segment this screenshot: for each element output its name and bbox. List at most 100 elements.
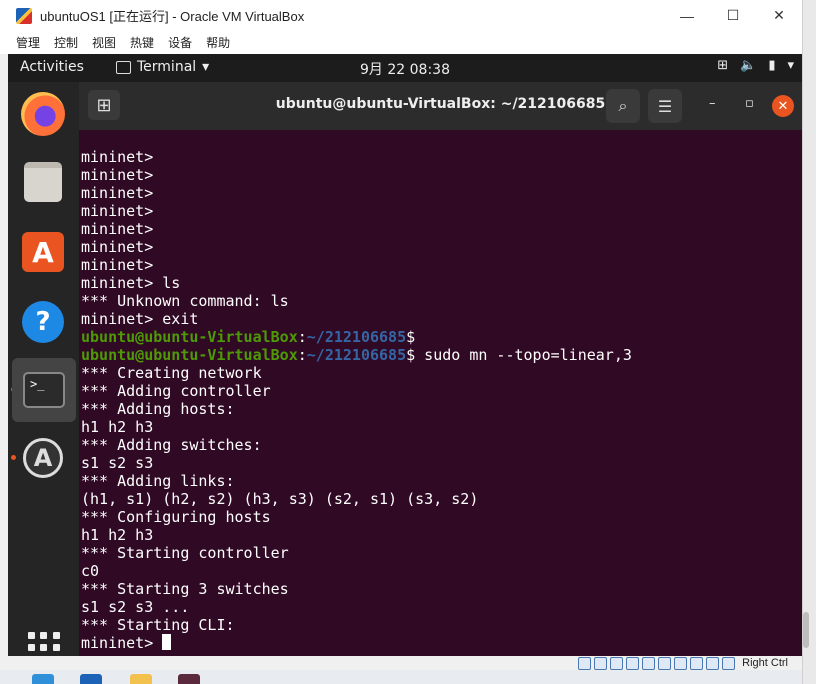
shell-command: sudo mn --topo=linear,3 bbox=[415, 346, 632, 364]
output-line: (h1, s1) (h2, s2) (h3, s3) (s2, s1) (s3,… bbox=[81, 490, 479, 508]
close-terminal-button[interactable]: ✕ bbox=[772, 95, 794, 117]
clock[interactable]: 9月 22 08:38 bbox=[8, 59, 802, 79]
output-line: *** Configuring hosts bbox=[81, 508, 271, 526]
recording-status-icon[interactable] bbox=[690, 656, 704, 670]
prompt-user: ubuntu@ubuntu-VirtualBox bbox=[81, 346, 298, 364]
maximize-terminal-button[interactable]: ▫ bbox=[745, 96, 754, 111]
output-line: h1 h2 h3 bbox=[81, 526, 154, 544]
host-key-label: Right Ctrl bbox=[742, 657, 788, 669]
windows-taskbar bbox=[0, 670, 802, 684]
help-icon: ? bbox=[22, 301, 64, 343]
shell-command-line: ubuntu@ubuntu-VirtualBox:~/212106685$ su… bbox=[81, 346, 632, 364]
taskbar-virtualbox-icon[interactable] bbox=[80, 674, 102, 684]
menu-control[interactable]: 控制 bbox=[47, 34, 85, 51]
vbox-status-bar: Right Ctrl bbox=[8, 656, 802, 670]
usb-status-icon[interactable] bbox=[642, 656, 656, 670]
output-line: *** Adding hosts: bbox=[81, 400, 235, 418]
menu-help[interactable]: 帮助 bbox=[199, 34, 237, 51]
keyboard-status-icon[interactable] bbox=[722, 656, 736, 670]
shared-folders-status-icon[interactable] bbox=[658, 656, 672, 670]
terminal-output[interactable]: mininet> mininet> mininet> mininet> mininet>… bbox=[79, 130, 802, 656]
caret-down-icon: ▾ bbox=[787, 58, 794, 73]
output-line: *** Starting 3 switches bbox=[81, 580, 289, 598]
output-line: *** Starting CLI: bbox=[81, 616, 235, 634]
files-icon bbox=[24, 162, 62, 202]
mininet-prompt-line: mininet> bbox=[81, 634, 632, 652]
search-icon: ⌕ bbox=[618, 96, 628, 115]
system-tray[interactable]: ⊞ 🔈 ▮ ▾ bbox=[717, 58, 794, 73]
menu-devices[interactable]: 设备 bbox=[161, 34, 199, 51]
terminal-line: mininet> exit bbox=[81, 310, 199, 328]
output-line: *** Starting controller bbox=[81, 544, 289, 562]
storage-status-icon[interactable] bbox=[578, 656, 592, 670]
close-icon: ✕ bbox=[777, 98, 789, 114]
dock-help[interactable]: ? bbox=[19, 298, 67, 346]
terminal-line: mininet> bbox=[81, 148, 154, 166]
output-line: s1 s2 s3 bbox=[81, 454, 154, 472]
maximize-button[interactable]: ☐ bbox=[710, 0, 756, 31]
hamburger-icon: ☰ bbox=[657, 96, 673, 116]
dock-software[interactable]: A bbox=[19, 228, 67, 276]
show-applications-icon[interactable] bbox=[28, 632, 60, 656]
network-status-icon[interactable] bbox=[626, 656, 640, 670]
vm-display[interactable]: Activities Terminal ▾ 9月 22 08:38 ⊞ 🔈 ▮ … bbox=[8, 54, 802, 656]
display-status-icon[interactable] bbox=[674, 656, 688, 670]
terminal-text: mininet> mininet> mininet> mininet> mininet>… bbox=[81, 148, 632, 652]
output-line: s1 s2 s3 ... bbox=[81, 598, 190, 616]
battery-icon: ▮ bbox=[768, 58, 776, 73]
audio-status-icon[interactable] bbox=[610, 656, 624, 670]
menu-manage[interactable]: 管理 bbox=[0, 34, 47, 51]
dock-files[interactable] bbox=[19, 158, 67, 206]
hamburger-menu-button[interactable]: ☰ bbox=[648, 89, 682, 123]
software-store-icon: A bbox=[22, 232, 64, 272]
dock-firefox[interactable] bbox=[19, 90, 67, 138]
gnome-top-bar: Activities Terminal ▾ 9月 22 08:38 ⊞ 🔈 ▮ … bbox=[8, 54, 802, 82]
terminal-title: ubuntu@ubuntu-VirtualBox: ~/212106685 bbox=[275, 96, 606, 112]
dock-terminal[interactable]: >_ bbox=[12, 358, 76, 422]
mouse-integration-status-icon[interactable] bbox=[706, 656, 720, 670]
shell-prompt-line: ubuntu@ubuntu-VirtualBox:~/212106685$ bbox=[81, 328, 632, 346]
close-window-button[interactable]: ✕ bbox=[756, 0, 802, 31]
prompt-dollar: $ bbox=[406, 328, 416, 346]
terminal-headerbar: ⊞ ubuntu@ubuntu-VirtualBox: ~/212106685 … bbox=[79, 82, 802, 130]
output-line: *** Adding switches: bbox=[81, 436, 262, 454]
terminal-line: mininet> bbox=[81, 238, 154, 256]
virtualbox-app-icon bbox=[16, 7, 32, 24]
menubar: 管理 控制 视图 热键 设备 帮助 bbox=[0, 31, 802, 54]
terminal-line: mininet> bbox=[81, 202, 154, 220]
terminal-line: mininet> bbox=[81, 184, 154, 202]
window-title: ubuntuOS1 [正在运行] - Oracle VM VirtualBox bbox=[40, 9, 305, 24]
host-scrollbar-thumb[interactable] bbox=[803, 612, 809, 648]
host-scroll-gutter bbox=[802, 0, 816, 684]
window-titlebar: ubuntuOS1 [正在运行] - Oracle VM VirtualBox … bbox=[0, 0, 802, 31]
taskbar-app-icon[interactable] bbox=[178, 674, 200, 684]
output-line: h1 h2 h3 bbox=[81, 418, 154, 436]
output-line: *** Creating network bbox=[81, 364, 262, 382]
output-line: *** Adding links: bbox=[81, 472, 235, 490]
terminal-line: mininet> bbox=[81, 256, 154, 274]
taskbar-edge-icon[interactable] bbox=[32, 674, 54, 684]
text-cursor bbox=[162, 634, 172, 650]
terminal-icon: >_ bbox=[23, 372, 65, 408]
output-line: c0 bbox=[81, 562, 100, 580]
prompt-separator: : bbox=[297, 328, 307, 346]
prompt-separator: : bbox=[297, 346, 307, 364]
prompt-user: ubuntu@ubuntu-VirtualBox bbox=[81, 328, 298, 346]
prompt-path: ~/212106685 bbox=[306, 328, 407, 346]
dock: A ? >_ A bbox=[8, 82, 79, 656]
prompt-path: ~/212106685 bbox=[306, 346, 407, 364]
volume-icon: 🔈 bbox=[740, 58, 757, 73]
search-button[interactable]: ⌕ bbox=[606, 89, 640, 123]
minimize-button[interactable]: — bbox=[664, 0, 710, 31]
running-indicator bbox=[11, 455, 16, 460]
dock-software-updater[interactable]: A bbox=[19, 434, 67, 482]
minimize-terminal-button[interactable]: – bbox=[709, 96, 716, 111]
taskbar-explorer-icon[interactable] bbox=[130, 674, 152, 684]
software-updater-icon: A bbox=[23, 438, 63, 478]
optical-drive-status-icon[interactable] bbox=[594, 656, 608, 670]
menu-hotkeys[interactable]: 热键 bbox=[123, 34, 161, 51]
prompt-dollar: $ bbox=[406, 346, 416, 364]
terminal-line: mininet> bbox=[81, 166, 154, 184]
menu-view[interactable]: 视图 bbox=[85, 34, 123, 51]
terminal-line: *** Unknown command: ls bbox=[81, 292, 289, 310]
